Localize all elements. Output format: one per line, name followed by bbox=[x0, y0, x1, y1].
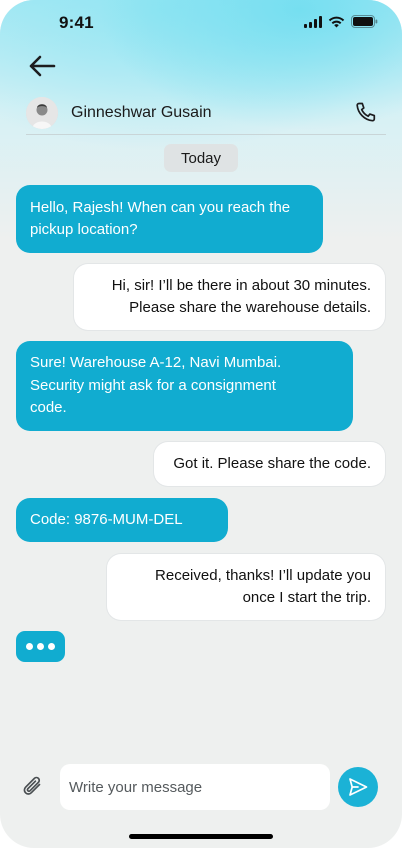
date-separator: Today bbox=[164, 144, 238, 172]
back-button[interactable] bbox=[26, 52, 58, 80]
header-divider bbox=[26, 134, 386, 135]
message-line: Please share the warehouse details. bbox=[129, 299, 371, 316]
send-button[interactable] bbox=[338, 767, 378, 807]
message-line: Hello, Rajesh! When can you reach the bbox=[30, 198, 291, 216]
message-line: Received, thanks! I’ll update you bbox=[155, 566, 371, 584]
avatar[interactable] bbox=[26, 97, 58, 129]
message-bubble-outgoing[interactable]: Received, thanks! I’ll update you once I… bbox=[107, 554, 385, 620]
message-input[interactable] bbox=[60, 764, 330, 810]
message-bubble-outgoing[interactable]: Got it. Please share the code. bbox=[154, 442, 385, 486]
typing-dot bbox=[26, 643, 33, 650]
message-bubble-incoming[interactable]: Hello, Rajesh! When can you reach the pi… bbox=[16, 185, 323, 253]
contact-name: Ginneshwar Gusain bbox=[71, 104, 212, 121]
phone-icon bbox=[356, 102, 376, 122]
home-indicator bbox=[129, 834, 273, 839]
attach-button[interactable] bbox=[21, 774, 45, 800]
message-line: Got it. Please share the code. bbox=[173, 454, 371, 472]
typing-dot bbox=[48, 643, 55, 650]
message-bubble-incoming[interactable]: Sure! Warehouse A-12, Navi Mumbai. Secur… bbox=[16, 341, 353, 431]
paperclip-icon bbox=[23, 776, 41, 795]
status-time: 9:41 bbox=[59, 13, 94, 32]
message-line: Hi, sir! I’ll be there in about 30 minut… bbox=[111, 276, 371, 294]
battery-icon bbox=[351, 15, 378, 28]
wifi-icon bbox=[328, 16, 345, 27]
message-line: Sure! Warehouse A-12, Navi Mumbai. bbox=[30, 354, 282, 372]
message-bubble-incoming[interactable]: Code: 9876-MUM-DEL bbox=[16, 498, 228, 542]
chat-screen: 9:41 Ginneshwar Gusain Today Hello, Raje… bbox=[0, 0, 402, 848]
contact-photo bbox=[26, 97, 58, 129]
typing-indicator bbox=[16, 631, 65, 662]
contact-header[interactable]: Ginneshwar Gusain bbox=[26, 93, 386, 133]
message-line: pickup location? bbox=[30, 221, 138, 238]
message-line: Security might ask for a consignment bbox=[30, 376, 276, 394]
message-bubble-outgoing[interactable]: Hi, sir! I’ll be there in about 30 minut… bbox=[74, 264, 385, 330]
cellular-signal-icon bbox=[304, 15, 322, 28]
typing-dot bbox=[37, 643, 44, 650]
status-icons bbox=[304, 15, 378, 28]
call-button[interactable] bbox=[354, 100, 378, 124]
arrow-left-icon bbox=[29, 55, 56, 77]
message-line: once I start the trip. bbox=[242, 589, 371, 606]
send-icon bbox=[349, 778, 368, 796]
message-line: code. bbox=[30, 399, 67, 417]
message-line: Code: 9876-MUM-DEL bbox=[30, 510, 183, 528]
